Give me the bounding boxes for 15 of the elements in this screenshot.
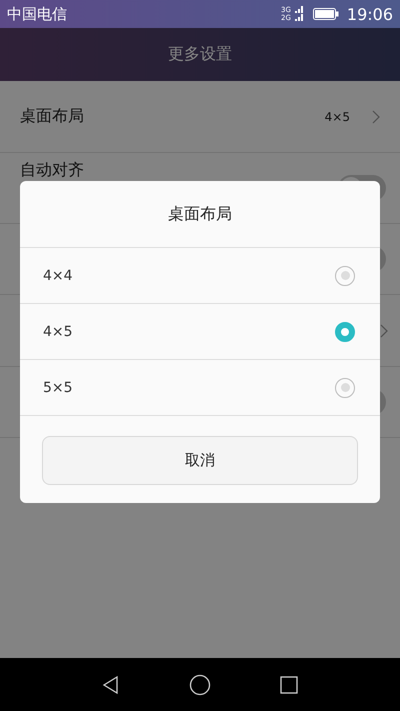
option-row[interactable]: 5×5 [20,360,380,416]
cancel-button[interactable]: 取消 [42,436,358,485]
option-label: 4×4 [43,268,73,284]
page-title: 更多设置 [168,44,232,65]
option-label: 4×5 [43,324,73,340]
settings-row[interactable]: 桌面布局 4×5 [0,81,400,153]
dialog-title: 桌面布局 [20,181,380,248]
option-row[interactable]: 4×4 [20,248,380,304]
setting-label: 自动对齐 [20,160,85,181]
carrier-name: 中国电信 [7,4,67,24]
option-label: 5×5 [43,380,73,396]
clock: 19:06 [346,4,393,24]
option-row[interactable]: 4×5 [20,304,380,360]
setting-label: 桌面布局 [20,106,85,127]
setting-value: 4×5 [324,110,350,124]
